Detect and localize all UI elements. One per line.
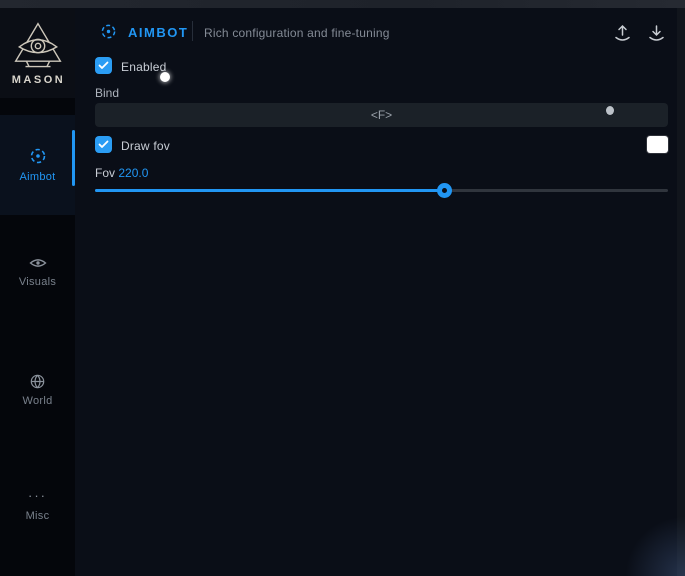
small-dot-indicator bbox=[606, 106, 614, 115]
brand-name: MASON bbox=[12, 74, 65, 86]
sidebar-item-label: Visuals bbox=[19, 276, 56, 288]
download-icon bbox=[648, 24, 665, 43]
fov-label-text: Fov bbox=[95, 166, 115, 180]
draw-fov-label: Draw fov bbox=[121, 139, 170, 153]
enabled-checkbox[interactable] bbox=[95, 57, 112, 74]
crosshair-icon bbox=[100, 23, 117, 40]
check-icon bbox=[98, 61, 109, 70]
export-config-button[interactable] bbox=[610, 21, 634, 45]
sidebar-item-label: Aimbot bbox=[19, 171, 55, 183]
page-title: AIMBOT bbox=[128, 25, 188, 40]
sidebar-item-world[interactable]: World bbox=[0, 374, 75, 426]
header-divider bbox=[192, 21, 193, 41]
bind-input[interactable] bbox=[95, 103, 668, 127]
fov-slider-thumb[interactable] bbox=[437, 183, 452, 198]
sidebar: MASON Aimbot Visuals bbox=[0, 8, 75, 576]
window-right-strip bbox=[677, 8, 685, 576]
sidebar-item-misc[interactable]: ··· Misc bbox=[0, 492, 75, 544]
draw-fov-checkbox[interactable] bbox=[95, 136, 112, 153]
globe-icon bbox=[30, 374, 45, 389]
fov-slider-fill bbox=[95, 189, 445, 192]
upload-icon bbox=[614, 24, 631, 43]
ellipsis-icon: ··· bbox=[28, 492, 47, 504]
window-top-strip bbox=[0, 0, 685, 8]
main-panel: AIMBOT Rich configuration and fine-tunin… bbox=[75, 8, 677, 576]
eye-icon bbox=[29, 256, 47, 270]
corner-glow bbox=[625, 516, 685, 576]
app-window: MASON Aimbot Visuals bbox=[0, 0, 685, 576]
bind-label: Bind bbox=[95, 86, 119, 100]
sidebar-item-aimbot[interactable]: Aimbot bbox=[0, 115, 75, 215]
page-subtitle: Rich configuration and fine-tuning bbox=[204, 26, 390, 40]
sidebar-item-label: World bbox=[22, 395, 52, 407]
brand-logo-block: MASON bbox=[0, 8, 75, 98]
fov-value: 220.0 bbox=[118, 166, 148, 180]
fov-color-swatch[interactable] bbox=[647, 136, 668, 153]
check-icon bbox=[98, 140, 109, 149]
sidebar-item-visuals[interactable]: Visuals bbox=[0, 256, 75, 308]
enabled-label: Enabled bbox=[121, 60, 166, 74]
fov-label: Fov 220.0 bbox=[95, 166, 148, 180]
pyramid-eye-icon bbox=[11, 21, 65, 71]
sidebar-item-label: Misc bbox=[26, 510, 50, 522]
mouse-cursor-dot bbox=[160, 72, 170, 82]
import-config-button[interactable] bbox=[644, 21, 668, 45]
fov-slider[interactable] bbox=[95, 182, 668, 198]
crosshair-icon bbox=[29, 147, 47, 165]
